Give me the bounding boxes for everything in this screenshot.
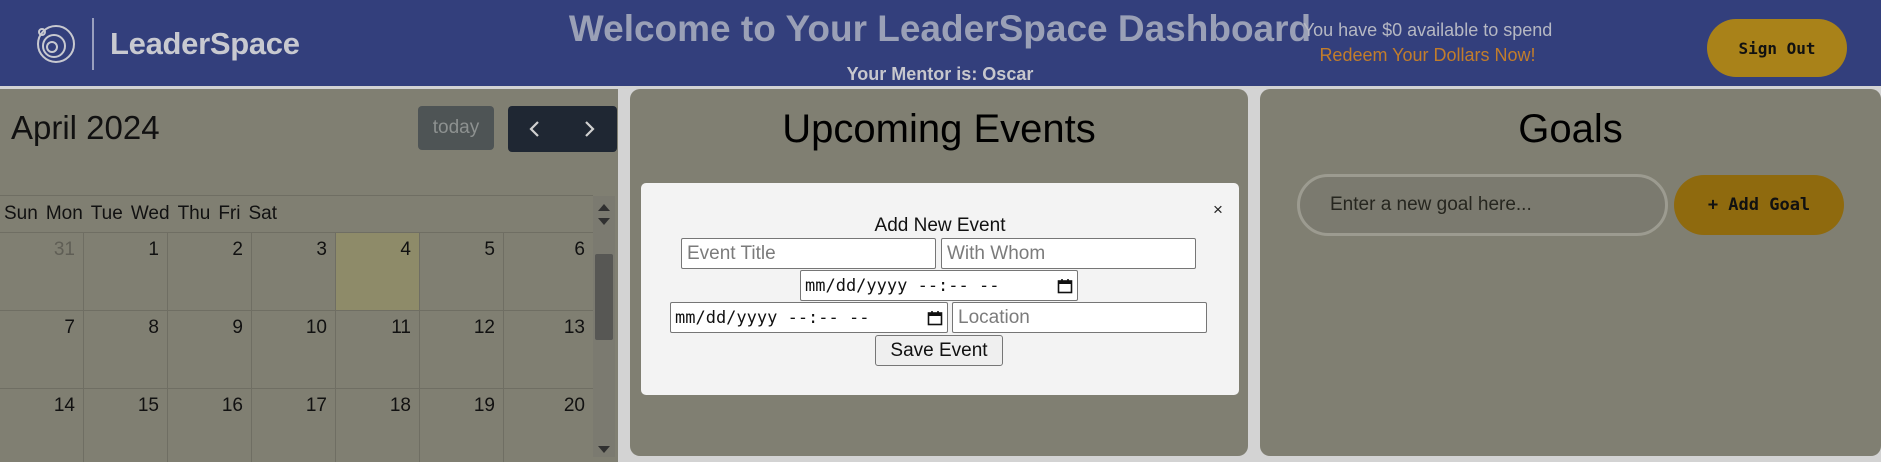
scroll-thumb[interactable] [595,254,613,340]
day-cell[interactable]: 7 [0,311,84,389]
brand-divider [92,18,94,70]
start-datetime-input[interactable]: mm/dd/yyyy --:-- -- [800,270,1078,301]
chevron-right-icon [585,121,595,137]
day-cell[interactable]: 10 [252,311,336,389]
week-row: 7 8 9 10 11 12 13 [0,310,593,389]
day-cell[interactable]: 20 [504,389,593,462]
calendar-icon[interactable] [1057,278,1073,294]
goals-title: Goals [1518,107,1623,151]
week-row: 31 1 2 3 4 5 6 [0,232,593,311]
add-event-modal: × Add New Event mm/dd/yyyy --:-- -- mm/d… [641,183,1239,395]
day-cell[interactable]: 17 [252,389,336,462]
weekday-label: Wed [130,203,170,224]
chevron-left-icon [529,121,539,137]
location-input[interactable] [952,302,1207,333]
calendar-scrollbar[interactable] [593,196,615,457]
goals-panel: Goals + Add Goal [1260,89,1881,456]
day-cell[interactable]: 2 [168,233,252,311]
day-cell[interactable]: 19 [420,389,504,462]
day-cell[interactable]: 3 [252,233,336,311]
scroll-bottom-arrow-icon[interactable] [598,446,610,453]
today-button[interactable]: today [418,106,494,150]
calendar-panel: April 2024 today Sun Mon Tue Wed Thu Fri… [0,89,618,462]
calendar-nav [508,106,617,152]
end-datetime-input[interactable]: mm/dd/yyyy --:-- -- [670,302,948,333]
day-cell[interactable]: 12 [420,311,504,389]
calendar-icon[interactable] [927,310,943,326]
events-title: Upcoming Events [782,107,1096,151]
day-cell[interactable]: 14 [0,389,84,462]
balance-box: You have $0 available to spend Redeem Yo… [1260,20,1595,66]
weekday-label: Fri [218,203,241,224]
save-event-button[interactable]: Save Event [875,335,1003,366]
day-cell[interactable]: 1 [84,233,168,311]
app-header: LeaderSpace Welcome to Your LeaderSpace … [0,0,1881,86]
balance-text: You have $0 available to spend [1302,20,1553,40]
day-cell[interactable]: 13 [504,311,593,389]
day-cell[interactable]: 6 [504,233,593,311]
day-cell[interactable]: 8 [84,311,168,389]
mentor-text: Your Mentor is: Oscar [846,64,1034,84]
day-cell[interactable]: 31 [0,233,84,311]
calendar-grid: Sun Mon Tue Wed Thu Fri Sat 31 1 2 3 4 5… [0,195,593,462]
weekday-label: Thu [177,203,211,224]
weekday-label: Sat [248,203,277,224]
week-row: 14 15 16 17 18 19 20 [0,388,593,462]
prev-month-button[interactable] [508,106,562,152]
goal-input[interactable] [1297,174,1668,236]
scroll-up-icon[interactable] [598,204,610,211]
weekday-label: Sun [4,203,38,224]
end-datetime-value: mm/dd/yyyy --:-- -- [675,307,870,328]
day-cell[interactable]: 9 [168,311,252,389]
scroll-down-icon[interactable] [598,218,610,225]
day-cell-today[interactable]: 4 [336,233,420,311]
modal-title: Add New Event [874,215,1006,236]
day-cell[interactable]: 18 [336,389,420,462]
day-cell[interactable]: 5 [420,233,504,311]
with-whom-input[interactable] [941,238,1196,269]
weekday-label: Mon [45,203,83,224]
event-title-input[interactable] [681,238,936,269]
calendar-title: April 2024 [11,109,160,146]
day-cell[interactable]: 16 [168,389,252,462]
brand-name: LeaderSpace [110,26,300,61]
weekday-label: Tue [90,203,123,224]
day-cell[interactable]: 11 [336,311,420,389]
logo-icon [37,25,75,63]
weekday-header: Sun Mon Tue Wed Thu Fri Sat [0,196,593,232]
redeem-link[interactable]: Redeem Your Dollars Now! [1260,45,1595,66]
next-month-button[interactable] [562,106,616,152]
start-datetime-value: mm/dd/yyyy --:-- -- [805,275,1000,296]
day-cell[interactable]: 15 [84,389,168,462]
brand[interactable]: LeaderSpace [34,18,300,70]
sign-out-button[interactable]: Sign Out [1707,19,1847,77]
add-goal-button[interactable]: + Add Goal [1674,175,1844,235]
